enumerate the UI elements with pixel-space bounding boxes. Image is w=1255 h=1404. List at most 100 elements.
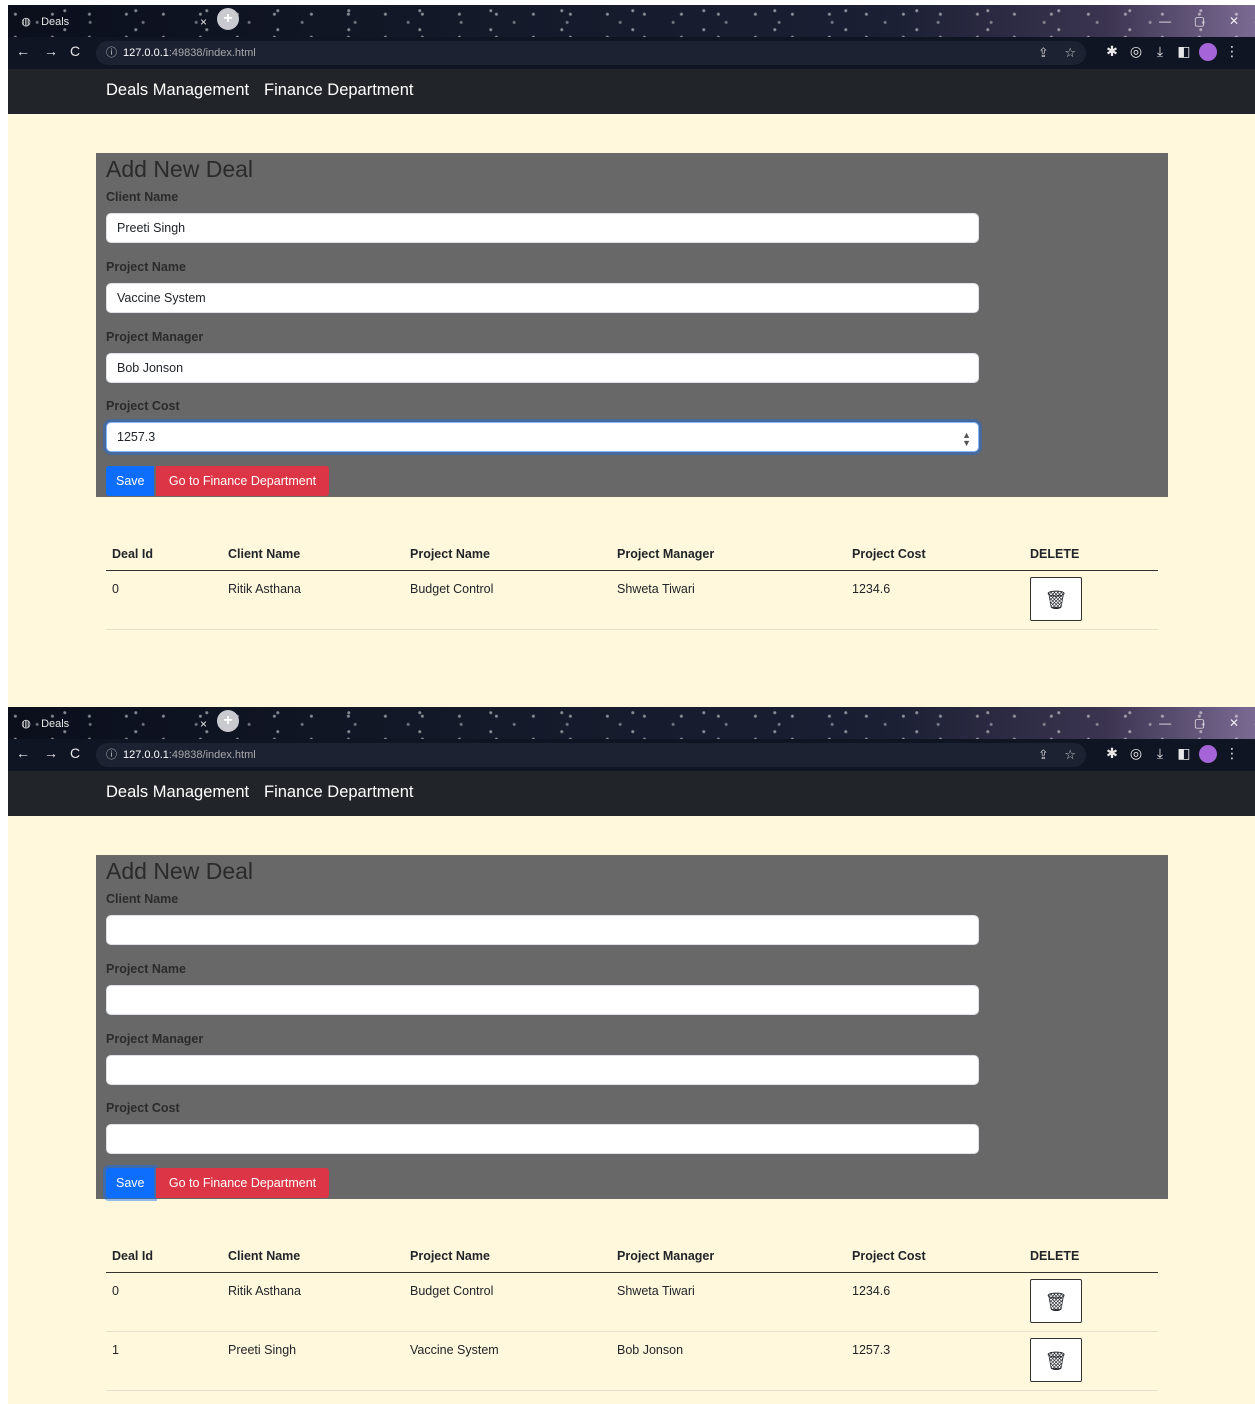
profile-avatar[interactable] xyxy=(1199,745,1217,764)
client-name-input[interactable] xyxy=(106,915,979,945)
header-project-manager: Project Manager xyxy=(611,1240,846,1273)
table-row: 0 Ritik Asthana Budget Control Shweta Ti… xyxy=(106,570,1158,630)
delete-button[interactable]: 🗑 xyxy=(1030,577,1082,621)
new-tab-button[interactable]: + xyxy=(217,710,239,732)
info-icon[interactable]: ⓘ xyxy=(106,41,117,65)
extension-icons: ✱ ◎ ⤓ ◧ ⋮ xyxy=(1100,745,1244,764)
profile-avatar[interactable] xyxy=(1199,43,1217,62)
delete-button[interactable]: 🗑 xyxy=(1030,1279,1082,1323)
restore-icon[interactable]: ▢ xyxy=(1185,711,1215,735)
url-host: 127.0.0.1 xyxy=(123,749,169,761)
reload-icon[interactable]: C xyxy=(70,43,80,59)
nav-deals-management[interactable]: Deals Management xyxy=(106,783,249,802)
cell-project-manager: Shweta Tiwari xyxy=(617,582,695,596)
sidepanel-icon[interactable]: ◧ xyxy=(1172,43,1196,60)
header-client-name: Client Name xyxy=(222,1240,404,1273)
tab-title: Deals xyxy=(41,718,70,730)
cell-project-manager: Bob Jonson xyxy=(617,1343,684,1357)
project-name-input[interactable] xyxy=(106,985,979,1015)
profile-wrap xyxy=(1196,43,1220,62)
nav-finance-department[interactable]: Finance Department xyxy=(264,81,414,100)
app-navbar: Deals Management Finance Department xyxy=(8,771,1255,816)
cell-project-cost: 1257.3 xyxy=(852,1343,891,1357)
cell-project-cost: 1234.6 xyxy=(852,1284,891,1298)
tab-close-icon[interactable]: × xyxy=(200,713,207,735)
bookmark-star-icon[interactable]: ☆ xyxy=(1064,45,1076,60)
client-name-label: Client Name xyxy=(106,892,179,906)
number-spinner-icon[interactable]: ▲ ▼ xyxy=(962,431,971,448)
share-icon[interactable]: ⇪ xyxy=(1038,747,1049,762)
address-bar-row: ← → C ⓘ 127.0.0.1:49838/index.html ⇪ ☆ ✱ ◎… xyxy=(8,37,1255,69)
nav-deals-management[interactable]: Deals Management xyxy=(106,81,249,100)
close-window-icon[interactable]: ✕ xyxy=(1219,9,1249,33)
cell-project-manager: Shweta Tiwari xyxy=(617,1284,695,1298)
forward-icon[interactable]: → xyxy=(44,745,58,761)
new-tab-button[interactable]: + xyxy=(217,8,239,30)
form-heading: Add New Deal xyxy=(106,156,254,182)
close-window-icon[interactable]: ✕ xyxy=(1219,711,1249,735)
tab-close-icon[interactable]: × xyxy=(200,11,207,33)
privacy-icon[interactable]: ◎ xyxy=(1124,745,1148,762)
menu-kebab-icon[interactable]: ⋮ xyxy=(1220,43,1244,60)
cell-client-name: Ritik Asthana xyxy=(228,582,301,596)
header-deal-id: Deal Id xyxy=(106,538,222,571)
download-icon[interactable]: ⤓ xyxy=(1148,745,1172,762)
minimize-icon[interactable]: — xyxy=(1150,711,1180,735)
table-row: 1 Preeti Singh Vaccine System Bob Jonson… xyxy=(106,1331,1158,1391)
url-bar[interactable]: ⓘ 127.0.0.1:49838/index.html ⇪ ☆ xyxy=(96,41,1086,65)
window-controls: — ▢ ✕ xyxy=(1150,711,1249,735)
project-cost-input[interactable] xyxy=(106,1124,979,1154)
save-button[interactable]: Save xyxy=(106,466,154,496)
trash-icon: 🗑 xyxy=(1044,590,1068,610)
table-header-row: Deal Id Client Name Project Name Project… xyxy=(106,1240,1158,1273)
deals-table: Deal Id Client Name Project Name Project… xyxy=(106,1240,1158,1391)
form-heading: Add New Deal xyxy=(106,858,254,884)
header-project-name: Project Name xyxy=(404,1240,611,1273)
globe-icon: ◍ xyxy=(21,16,31,28)
project-name-label: Project Name xyxy=(106,260,186,274)
go-to-finance-button[interactable]: Go to Finance Department xyxy=(156,466,329,496)
client-name-label: Client Name xyxy=(106,190,179,204)
browser-tab[interactable]: ◍ Deals × xyxy=(20,11,220,33)
header-delete: DELETE xyxy=(1024,538,1158,571)
share-icon[interactable]: ⇪ xyxy=(1038,45,1049,60)
project-cost-input[interactable] xyxy=(106,422,979,452)
cell-deal-id: 0 xyxy=(112,582,119,596)
bookmark-star-icon[interactable]: ☆ xyxy=(1064,747,1076,762)
cell-client-name: Preeti Singh xyxy=(228,1343,297,1357)
extension-icons: ✱ ◎ ⤓ ◧ ⋮ xyxy=(1100,43,1244,62)
go-to-finance-button[interactable]: Go to Finance Department xyxy=(156,1168,329,1198)
extensions-icon[interactable]: ✱ xyxy=(1100,43,1124,60)
info-icon[interactable]: ⓘ xyxy=(106,743,117,767)
project-cost-label: Project Cost xyxy=(106,1101,180,1115)
project-name-label: Project Name xyxy=(106,962,186,976)
url-path: :49838/index.html xyxy=(168,749,256,761)
forward-icon[interactable]: → xyxy=(44,43,58,59)
privacy-icon[interactable]: ◎ xyxy=(1124,43,1148,60)
header-project-name: Project Name xyxy=(404,538,611,571)
project-manager-input[interactable] xyxy=(106,1055,979,1085)
save-button[interactable]: Save xyxy=(106,1168,154,1198)
reload-icon[interactable]: C xyxy=(70,745,80,761)
cell-project-cost: 1234.6 xyxy=(852,582,891,596)
minimize-icon[interactable]: — xyxy=(1150,9,1180,33)
url-bar[interactable]: ⓘ 127.0.0.1:49838/index.html ⇪ ☆ xyxy=(96,743,1086,767)
restore-icon[interactable]: ▢ xyxy=(1185,9,1215,33)
back-icon[interactable]: ← xyxy=(16,43,30,59)
extensions-icon[interactable]: ✱ xyxy=(1100,745,1124,762)
menu-kebab-icon[interactable]: ⋮ xyxy=(1220,745,1244,762)
tab-title: Deals xyxy=(41,16,70,28)
sidepanel-icon[interactable]: ◧ xyxy=(1172,745,1196,762)
download-icon[interactable]: ⤓ xyxy=(1148,43,1172,60)
screenshot-after-save: ◍ Deals × + — ▢ ✕ ← → C ⓘ 127.0.0.1:49838… xyxy=(8,707,1255,1404)
project-name-input[interactable] xyxy=(106,283,979,313)
client-name-input[interactable] xyxy=(106,213,979,243)
trash-icon: 🗑 xyxy=(1044,1351,1068,1371)
back-icon[interactable]: ← xyxy=(16,745,30,761)
nav-finance-department[interactable]: Finance Department xyxy=(264,783,414,802)
browser-tab[interactable]: ◍ Deals × xyxy=(20,713,220,735)
cell-project-name: Budget Control xyxy=(410,582,494,596)
header-deal-id: Deal Id xyxy=(106,1240,222,1273)
project-manager-input[interactable] xyxy=(106,353,979,383)
delete-button[interactable]: 🗑 xyxy=(1030,1338,1082,1382)
